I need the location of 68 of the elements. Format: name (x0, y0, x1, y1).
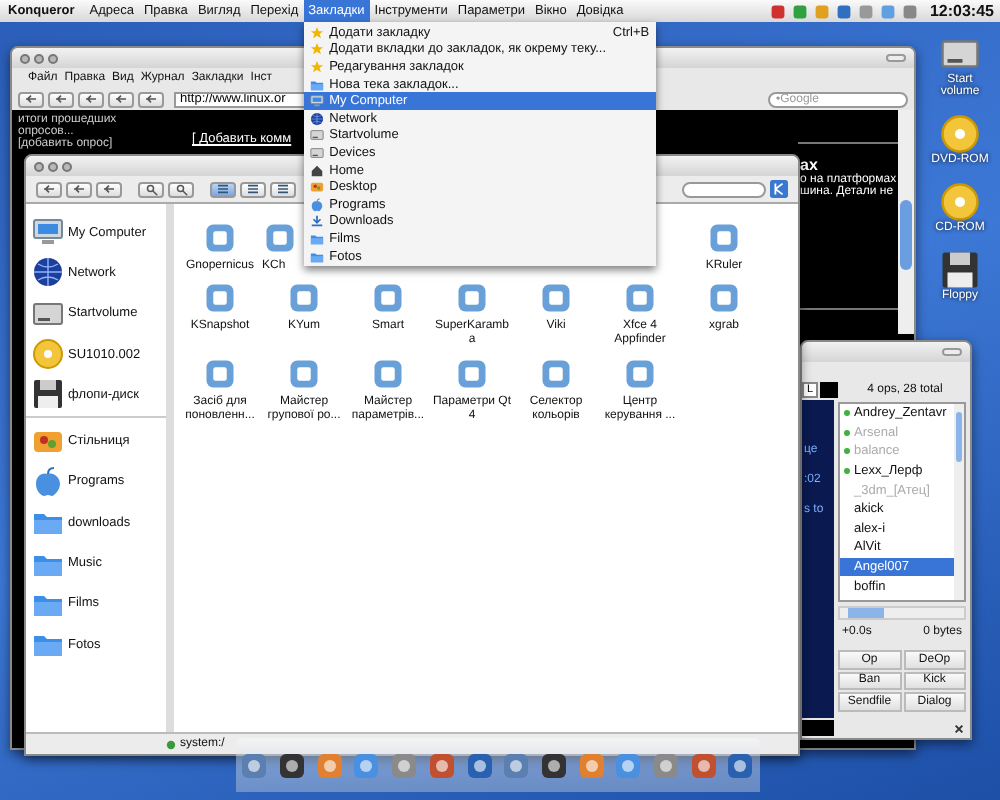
floppy-icon (32, 378, 64, 411)
minimize-button[interactable] (34, 53, 44, 63)
download-icon (309, 214, 324, 229)
list-icon (246, 184, 260, 194)
app-icon[interactable] (465, 751, 494, 779)
magnifier-icon (175, 183, 187, 195)
arrow-icon (24, 94, 38, 104)
computer-icon (309, 94, 324, 109)
news-heading: ах (800, 156, 820, 174)
navigation-button[interactable] (66, 181, 92, 197)
floppy-icon[interactable] (940, 250, 980, 290)
toolbar-button[interactable] (138, 91, 164, 107)
color-swatch (802, 720, 834, 736)
view-mode-button[interactable] (210, 181, 236, 197)
folder-icon (309, 231, 324, 246)
color-swatch (820, 382, 838, 398)
picture-icon (309, 180, 324, 195)
arrow-icon (102, 184, 116, 194)
arrow-icon (42, 184, 56, 194)
apple-icon (32, 465, 64, 498)
navigation-button[interactable] (96, 181, 122, 197)
arrow-icon (72, 184, 86, 194)
zoom-button[interactable] (138, 181, 164, 197)
toolbar-button[interactable] (48, 91, 74, 107)
minimize-button[interactable] (48, 161, 58, 171)
list-icon (216, 184, 230, 194)
arrow-icon (84, 94, 98, 104)
disc-icon[interactable] (939, 114, 980, 154)
globe-icon (309, 111, 324, 126)
toolbar-toggle-button[interactable] (942, 348, 962, 356)
apple-icon (309, 197, 324, 212)
folder-icon (309, 77, 324, 92)
drive-icon (32, 297, 64, 330)
scrollbar[interactable] (954, 404, 964, 600)
status-icon (166, 739, 176, 749)
scrollbar[interactable] (838, 606, 966, 620)
arrow-icon (114, 94, 128, 104)
close-button[interactable] (20, 53, 30, 63)
app-icon[interactable] (278, 751, 307, 779)
computer-icon (32, 216, 64, 249)
zoom-button[interactable] (48, 53, 58, 63)
toolbar-button[interactable] (78, 91, 104, 107)
view-mode-button[interactable] (270, 181, 296, 197)
zoom-button[interactable] (168, 181, 194, 197)
search-field[interactable] (682, 181, 766, 197)
toolbar-button[interactable] (18, 91, 44, 107)
house-icon (309, 163, 324, 178)
globe-icon (32, 256, 64, 289)
close-icon[interactable] (954, 723, 964, 733)
app-logo-icon[interactable] (770, 180, 788, 198)
magnifier-icon (145, 183, 157, 195)
arrow-icon (144, 94, 158, 104)
app-icon[interactable] (539, 751, 568, 779)
folder-icon (309, 249, 324, 264)
scrollbar[interactable] (898, 110, 914, 334)
toolbar-button[interactable] (108, 91, 134, 107)
toolbar-toggle-button[interactable] (886, 54, 906, 62)
list-icon (276, 184, 290, 194)
navigation-button[interactable] (36, 181, 62, 197)
disc-icon[interactable] (939, 182, 980, 222)
zoom-button[interactable] (62, 161, 72, 171)
arrow-icon (54, 94, 68, 104)
drive-icon[interactable] (940, 34, 980, 74)
disc-icon (32, 338, 64, 371)
app-icon[interactable] (726, 751, 755, 779)
view-mode-button[interactable] (240, 181, 266, 197)
close-button[interactable] (34, 161, 44, 171)
clock: 12:03:45 (929, 2, 994, 20)
